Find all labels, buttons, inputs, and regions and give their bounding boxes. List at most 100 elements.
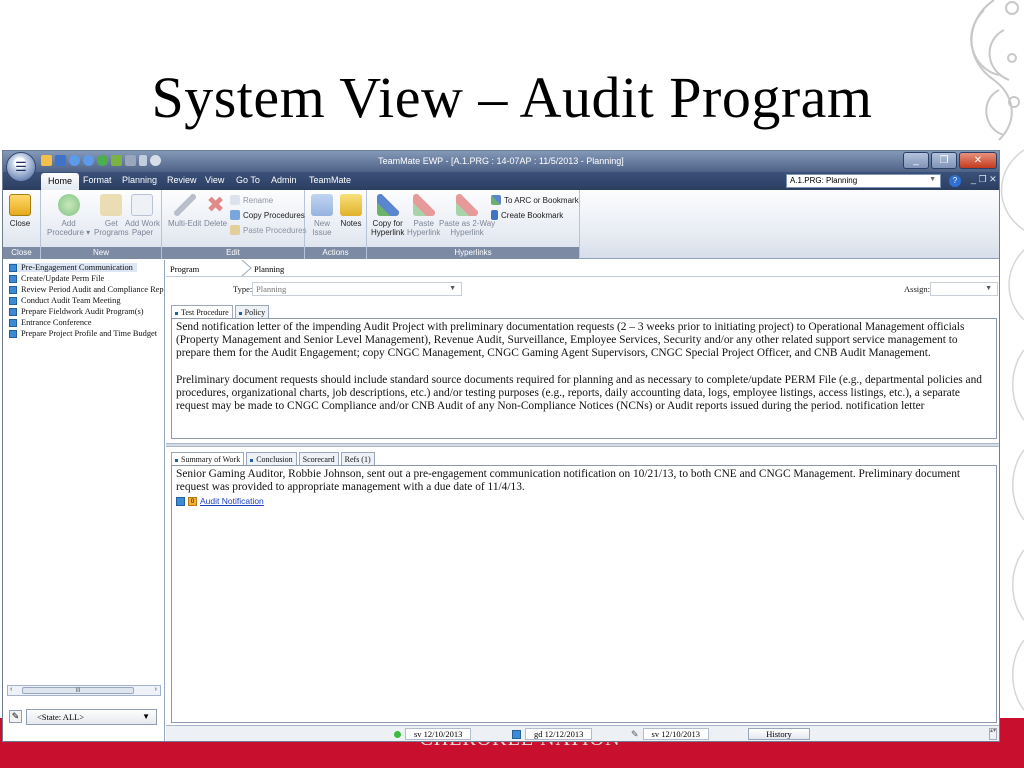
paste-icon — [230, 225, 240, 235]
tab-home[interactable]: Home — [41, 173, 80, 190]
mdi-controls[interactable]: _ ❐ ✕ — [971, 174, 997, 185]
ribbon-group-new: Add Procedure ▾ Get Programs Add Work Pa… — [41, 190, 162, 259]
paste-procedures-label: Paste Procedures — [243, 225, 307, 235]
link-copy-icon — [376, 194, 399, 216]
copy-for-hyperlink-button[interactable]: Copy for Hyperlink — [371, 194, 404, 237]
to-arc-or-bookmark-button[interactable]: To ARC or Bookmark — [491, 195, 579, 205]
resize-grip-icon[interactable]: ▴▾ — [989, 728, 997, 740]
type-select[interactable]: Planning ▼ — [252, 282, 462, 296]
paste-procedures-button[interactable]: Paste Procedures — [230, 225, 307, 235]
nav-item-entrance-conference[interactable]: Entrance Conference — [9, 318, 91, 327]
workpaper-select[interactable]: A.1.PRG: Planning ▼ — [786, 174, 941, 188]
delete-button[interactable]: ✖ Delete — [204, 194, 228, 229]
workpaper-select-value: A.1.PRG: Planning — [790, 176, 858, 185]
nav-item-pre-engagement[interactable]: Pre-Engagement Communication — [9, 263, 137, 272]
tab-policy[interactable]: Policy — [234, 305, 270, 318]
tab-label: Scorecard — [302, 455, 335, 464]
assign-select[interactable]: ▼ — [930, 282, 998, 296]
breadcrumb-separator-icon — [241, 260, 252, 276]
notes-icon — [340, 194, 362, 216]
type-select-value: Planning — [256, 284, 287, 294]
status-bar: sv 12/10/2013 gd 12/12/2013 ✎ sv 12/10/2… — [166, 725, 999, 741]
horizontal-scrollbar[interactable]: ‹ III › — [7, 685, 161, 696]
audit-notification-link[interactable]: Audit Notification — [200, 495, 264, 508]
paste-hyperlink-button[interactable]: Paste Hyperlink — [407, 194, 440, 237]
procedure-paragraph: Send notification letter of the impendin… — [176, 321, 965, 360]
reviewer-signoff[interactable]: ✎ sv 12/10/2013 — [631, 728, 709, 740]
create-bookmark-button[interactable]: Create Bookmark — [491, 210, 563, 220]
work-paper-icon — [131, 194, 154, 216]
procedure-tabs: Test Procedure Policy — [171, 305, 270, 318]
folder-icon — [9, 194, 31, 216]
copy-for-hyperlink-label: Copy for Hyperlink — [371, 219, 405, 237]
close-window-button[interactable]: ✕ — [959, 152, 997, 169]
nav-item-project-profile[interactable]: Prepare Project Profile and Time Budget — [9, 329, 157, 338]
multi-edit-button[interactable]: Multi-Edit — [168, 194, 201, 228]
help-icon[interactable]: ? — [949, 175, 961, 187]
rename-button[interactable]: Rename — [230, 195, 273, 205]
type-label: Type: — [233, 284, 253, 294]
pane-splitter[interactable] — [166, 443, 999, 447]
to-arc-label: To ARC or Bookmark — [504, 195, 579, 205]
get-programs-button[interactable]: Get Programs — [94, 194, 129, 237]
nav-item-create-perm-file[interactable]: Create/Update Perm File — [9, 274, 104, 283]
tab-go-to[interactable]: Go To — [236, 175, 260, 185]
close-button[interactable]: Close — [9, 194, 31, 228]
procedure-icon — [9, 274, 17, 283]
tab-test-procedure[interactable]: Test Procedure — [171, 305, 233, 318]
test-procedure-text[interactable]: Send notification letter of the impendin… — [171, 318, 997, 439]
two-way-link-icon — [456, 194, 479, 216]
scroll-thumb[interactable]: III — [22, 687, 134, 694]
detailed-review-signoff[interactable]: gd 12/12/2013 — [512, 728, 593, 740]
procedure-detail: Program Planning Type: Planning ▼ Assign… — [166, 260, 999, 741]
state-filter-select[interactable]: <State: ALL> ▼ — [26, 709, 157, 725]
tab-summary-of-work[interactable]: Summary of Work — [171, 452, 245, 465]
group-label-close: Close — [3, 247, 40, 259]
tab-review[interactable]: Review — [167, 175, 197, 185]
minimize-button[interactable]: _ — [903, 152, 929, 169]
review-icon — [512, 729, 521, 739]
procedure-icon — [9, 285, 17, 294]
tab-label: Conclusion — [256, 455, 293, 464]
add-procedure-button[interactable]: Add Procedure ▾ — [47, 194, 90, 237]
breadcrumb-planning[interactable]: Planning — [254, 264, 284, 274]
state-filter-value: <State: ALL> — [37, 712, 85, 722]
nav-item-fieldwork-program[interactable]: Prepare Fieldwork Audit Program(s) — [9, 307, 144, 316]
tab-view[interactable]: View — [205, 175, 224, 185]
scroll-left-icon[interactable]: ‹ — [10, 686, 12, 693]
tab-conclusion[interactable]: Conclusion — [246, 452, 297, 465]
procedure-icon — [9, 296, 17, 305]
prepared-signoff[interactable]: sv 12/10/2013 — [394, 728, 472, 740]
tab-format[interactable]: Format — [83, 175, 112, 185]
summary-of-work-text[interactable]: Senior Gaming Auditor, Robbie Johnson, s… — [171, 465, 997, 723]
window-title: TeamMate EWP - [A.1.PRG : 14-07AP : 11/5… — [378, 156, 624, 166]
nav-item-review-period-audit[interactable]: Review Period Audit and Compliance Rep — [9, 285, 164, 294]
scroll-right-icon[interactable]: › — [155, 686, 157, 693]
nav-item-audit-team-meeting[interactable]: Conduct Audit Team Meeting — [9, 296, 121, 305]
paste-as-2way-button[interactable]: Paste as 2-Way Hyperlink — [439, 194, 495, 237]
tab-refs[interactable]: Refs (1) — [340, 452, 375, 465]
nav-item-label: Prepare Project Profile and Time Budget — [21, 329, 158, 338]
notes-button[interactable]: Notes — [340, 194, 362, 228]
procedure-paragraph: Preliminary document requests should inc… — [176, 374, 982, 413]
add-work-paper-button[interactable]: Add Work Paper — [125, 194, 160, 237]
ribbon-group-close: Close Close — [3, 190, 41, 259]
breadcrumb-program[interactable]: Program — [170, 264, 199, 274]
add-work-paper-label: Add Work Paper — [125, 219, 160, 237]
group-label-hyperlinks: Hyperlinks — [367, 247, 579, 259]
history-button[interactable]: History — [748, 728, 810, 740]
tab-teammate[interactable]: TeamMate — [309, 175, 351, 185]
delete-label: Delete — [204, 219, 228, 228]
maximize-button[interactable]: ❐ — [931, 152, 957, 169]
filter-icon[interactable]: ✎ — [9, 710, 22, 723]
application-menu-button[interactable]: ☰ — [6, 152, 36, 182]
tab-label: Refs (1) — [344, 455, 371, 464]
nav-item-label: Review Period Audit and Compliance Rep — [21, 285, 164, 294]
tab-scorecard[interactable]: Scorecard — [298, 452, 339, 465]
tab-admin[interactable]: Admin — [271, 175, 297, 185]
tab-planning[interactable]: Planning — [122, 175, 157, 185]
new-issue-button[interactable]: New Issue — [311, 194, 333, 237]
new-issue-icon — [311, 194, 333, 216]
ribbon-group-actions: New Issue Notes Actions — [305, 190, 367, 259]
copy-procedures-button[interactable]: Copy Procedures — [230, 210, 305, 220]
